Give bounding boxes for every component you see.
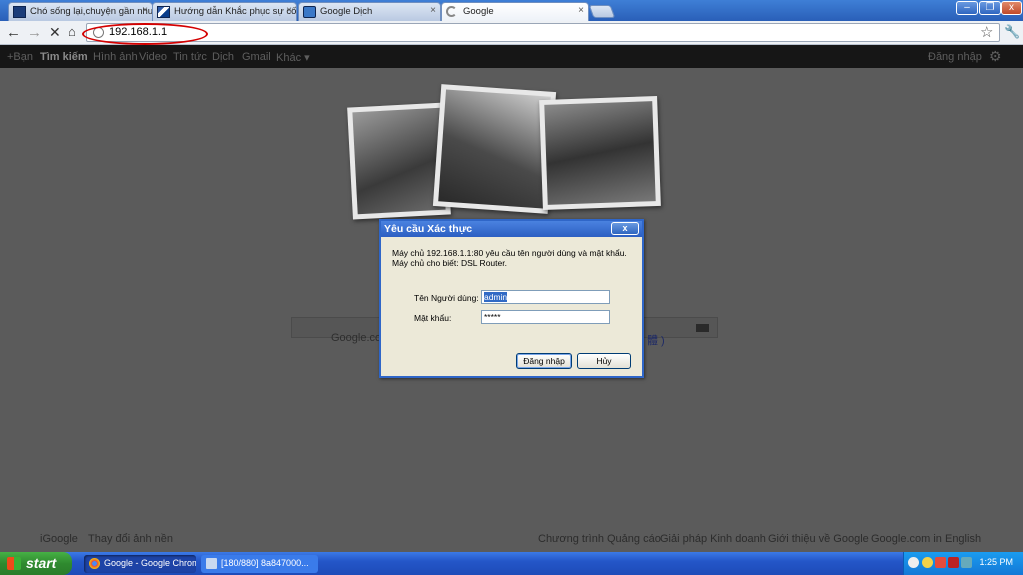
gbar-item-video[interactable]: Video	[139, 51, 167, 63]
start-label: start	[26, 555, 57, 571]
doodle-photo-3	[539, 95, 661, 211]
dialog-close-button[interactable]: x	[611, 222, 639, 235]
footer-about[interactable]: Giới thiệu về Google	[768, 533, 869, 545]
close-icon[interactable]: ×	[430, 5, 436, 16]
google-bar: +Bạn Tìm kiếm Hình ảnh Video Tin tức Dịc…	[0, 45, 1023, 68]
dialog-title-text: Yêu cầu Xác thực	[384, 223, 473, 235]
clock: 1:25 PM	[979, 557, 1013, 567]
username-label: Tên Người dùng:	[414, 293, 479, 303]
forward-arrow-icon[interactable]: →	[27, 24, 42, 41]
gear-icon[interactable]: ⚙	[989, 48, 1002, 65]
footer-igoogle[interactable]: iGoogle	[40, 533, 78, 545]
tab-label: Google	[463, 6, 494, 17]
auth-dialog: Yêu cầu Xác thực x Máy chủ 192.168.1.1:8…	[379, 219, 644, 378]
gbar-item-gmail[interactable]: Gmail	[242, 51, 271, 63]
system-tray: 1:25 PM	[903, 552, 1023, 575]
chrome-icon	[89, 558, 100, 569]
dialog-message: Máy chủ 192.168.1.1:80 yêu cầu tên người…	[392, 248, 627, 258]
task-label: [180/880] 8a847000...	[221, 558, 309, 568]
window-close-button[interactable]: x	[1001, 1, 1022, 15]
back-arrow-icon[interactable]: ←	[6, 24, 21, 41]
tab-guide[interactable]: Hướng dẫn Khắc phục sự cố m ×	[152, 2, 297, 21]
tab-google[interactable]: Google ×	[441, 2, 589, 21]
keyboard-icon[interactable]	[696, 324, 709, 332]
gbar-item-plus[interactable]: +Bạn	[7, 51, 33, 63]
taskbar: start Google - Google Chrome [180/880] 8…	[0, 552, 1023, 575]
tray-antivirus-icon[interactable]	[935, 557, 946, 568]
gbar-item-more[interactable]: Khác ▾	[276, 51, 310, 64]
tab-label: Hướng dẫn Khắc phục sự cố m	[174, 6, 297, 17]
address-bar[interactable]: 192.168.1.1	[86, 23, 1000, 42]
tab-label: Chó sống lại,chuyện gần như k	[30, 6, 153, 17]
footer-business[interactable]: Giải pháp Kinh doanh	[660, 533, 766, 545]
tray-app-icon[interactable]	[961, 557, 972, 568]
gbar-item-news[interactable]: Tin tức	[173, 51, 207, 63]
task-mail[interactable]: [180/880] 8a847000...	[201, 555, 318, 573]
footer-change-background[interactable]: Thay đổi ảnh nền	[88, 533, 173, 545]
tab-translate[interactable]: Google Dịch ×	[298, 2, 441, 21]
tab-label: Google Dịch	[320, 6, 373, 17]
task-chrome[interactable]: Google - Google Chrome	[84, 555, 196, 573]
username-value: admin	[484, 292, 508, 302]
start-button[interactable]: start	[0, 552, 72, 575]
gbar-item-translate[interactable]: Dịch	[212, 51, 234, 63]
password-mask: *****	[484, 312, 501, 322]
footer-advertising[interactable]: Chương trình Quảng cáo	[538, 533, 661, 545]
password-field[interactable]: *****	[481, 310, 610, 324]
username-field[interactable]: admin	[481, 290, 610, 304]
bookmark-star-icon[interactable]: ☆	[980, 23, 993, 41]
dialog-realm: Máy chủ cho biết: DSL Router.	[392, 258, 507, 268]
cancel-button[interactable]: Hủy	[577, 353, 631, 369]
close-icon[interactable]: ×	[578, 5, 584, 16]
login-button[interactable]: Đăng nhập	[516, 353, 572, 369]
offered-in-language[interactable]: 體 )	[647, 332, 665, 348]
tray-v-icon[interactable]	[948, 557, 959, 568]
dialog-title: Yêu cầu Xác thực x	[381, 221, 642, 237]
signin-link[interactable]: Đăng nhập	[928, 51, 982, 63]
annotation-circle	[82, 23, 208, 45]
tray-network-icon[interactable]	[922, 557, 933, 568]
new-tab-button[interactable]	[588, 5, 616, 18]
tab-strip: Chó sống lại,chuyện gần như k × Hướng dẫ…	[0, 0, 1023, 21]
close-icon[interactable]: ×	[286, 5, 292, 16]
stop-icon[interactable]: ✕	[49, 24, 61, 41]
tray-collapse-icon[interactable]	[908, 557, 919, 568]
mail-icon	[206, 558, 217, 569]
tab-blog[interactable]: Chó sống lại,chuyện gần như k ×	[8, 2, 153, 21]
gbar-item-images[interactable]: Hình ảnh	[93, 51, 138, 63]
doodle-photo-2	[432, 84, 557, 214]
site-favicon-icon	[157, 6, 170, 18]
password-label: Mật khẩu:	[414, 313, 452, 323]
wrench-icon[interactable]: 🔧	[1004, 24, 1020, 40]
close-icon[interactable]: ×	[142, 5, 148, 16]
windows-logo-icon	[7, 557, 21, 570]
gbar-item-search[interactable]: Tìm kiếm	[40, 51, 88, 63]
blog-favicon-icon	[13, 6, 26, 18]
translate-icon	[303, 6, 316, 18]
home-icon[interactable]: ⌂	[68, 24, 76, 39]
loading-icon	[446, 6, 457, 17]
task-label: Google - Google Chrome	[104, 558, 196, 568]
footer-english[interactable]: Google.com in English	[871, 533, 981, 545]
minimize-button[interactable]: –	[956, 1, 978, 15]
restore-button[interactable]: ❐	[979, 1, 1001, 15]
